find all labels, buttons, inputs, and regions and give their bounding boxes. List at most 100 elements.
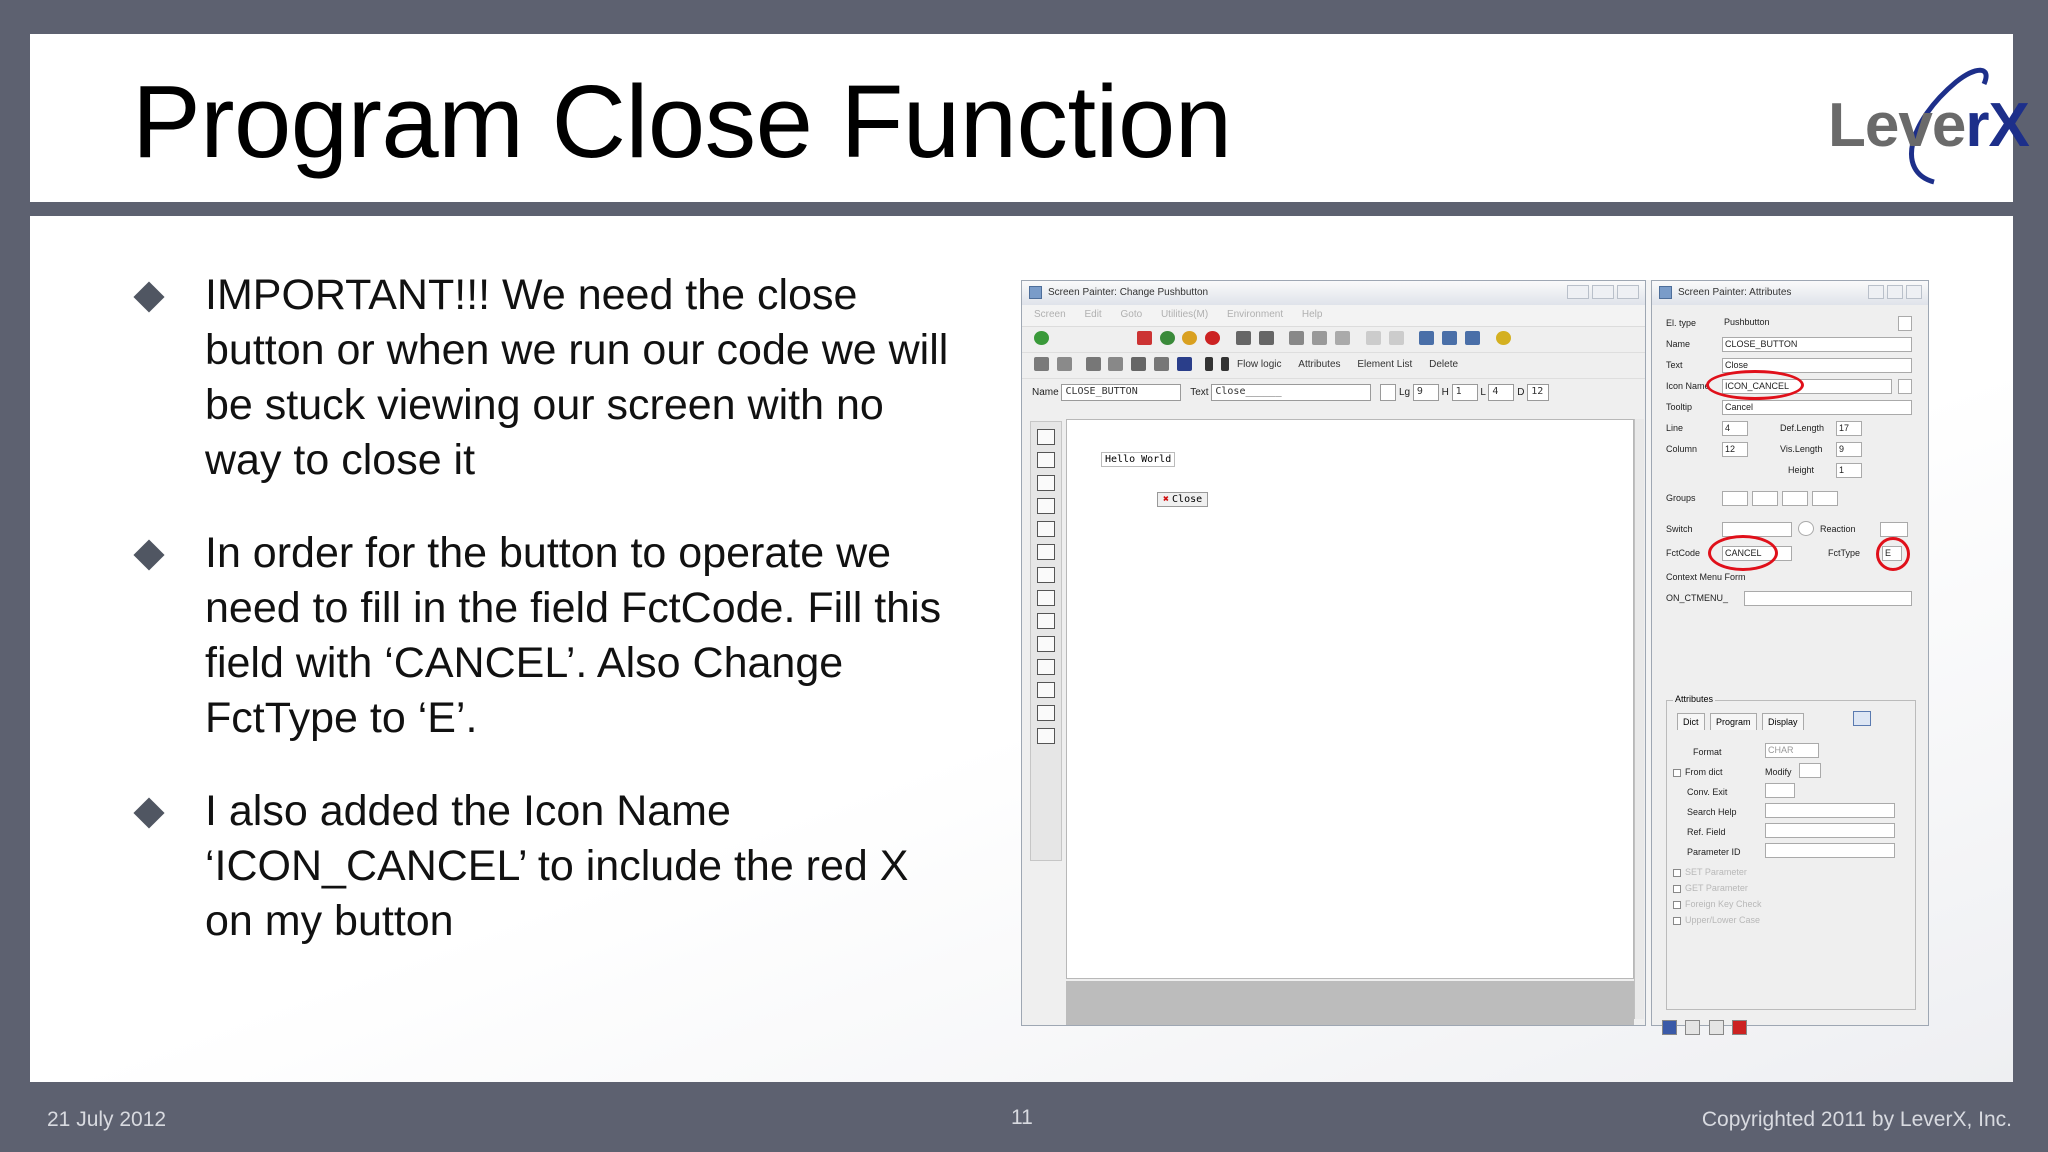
window-controls[interactable] <box>1564 285 1639 302</box>
exit-icon[interactable] <box>1182 331 1198 345</box>
find-icon[interactable] <box>1258 331 1274 345</box>
fcttype-label: FctType <box>1828 548 1861 558</box>
context-menu-field[interactable] <box>1744 591 1912 606</box>
where-used-icon[interactable] <box>1085 357 1101 371</box>
icon-picker-icon[interactable] <box>1898 379 1912 394</box>
parameter-id-field[interactable] <box>1765 843 1895 858</box>
up-icon[interactable] <box>1108 357 1124 371</box>
help-icon[interactable] <box>1495 331 1511 345</box>
menu-item[interactable]: Utilities(M) <box>1161 309 1208 320</box>
save-icon[interactable] <box>1136 331 1152 345</box>
tree-icon[interactable] <box>1153 357 1169 371</box>
monitor-icon[interactable] <box>1464 331 1480 345</box>
cancel-icon[interactable] <box>1205 331 1221 345</box>
height-field[interactable]: 1 <box>1836 463 1862 478</box>
undo-icon[interactable] <box>1365 331 1381 345</box>
modify-dropdown[interactable] <box>1799 763 1821 778</box>
window-controls[interactable] <box>1865 285 1922 302</box>
radio-tool-icon[interactable] <box>1037 521 1055 537</box>
column-row: Column 12 Vis.Length 9 <box>1652 439 1930 460</box>
input-field-tool-icon[interactable] <box>1037 475 1055 491</box>
menu-item[interactable]: Goto <box>1120 309 1142 320</box>
vislength-field[interactable]: 9 <box>1836 442 1862 457</box>
text-tool-icon[interactable] <box>1037 452 1055 468</box>
text-field[interactable]: Close______ <box>1211 384 1372 401</box>
attributes-button[interactable]: Attributes <box>1298 359 1340 370</box>
checkbox-tool-icon[interactable] <box>1037 498 1055 514</box>
tooltip-field[interactable]: Cancel <box>1722 400 1912 415</box>
prev-icon[interactable] <box>1685 1020 1701 1036</box>
other-icon[interactable] <box>1056 357 1072 371</box>
hierarchy-icon[interactable] <box>1131 357 1147 371</box>
switch-config-icon[interactable] <box>1798 521 1814 536</box>
misc-tool-icon[interactable] <box>1037 728 1055 744</box>
layout-canvas[interactable]: Hello World ✖ Close <box>1066 419 1634 979</box>
vertical-scrollbar[interactable] <box>1634 419 1644 1019</box>
dict-icon[interactable] <box>1898 316 1912 331</box>
sap-screenshot: Screen Painter: Change Pushbutton Screen… <box>1021 280 1930 1036</box>
conv-exit-field[interactable] <box>1765 783 1795 798</box>
deflength-field[interactable]: 17 <box>1836 421 1862 436</box>
get-parameter-checkbox[interactable]: GET Parameter <box>1673 883 1748 893</box>
lg-field[interactable]: 9 <box>1412 384 1439 401</box>
layout-icon[interactable] <box>1419 331 1435 345</box>
tabstrip-tool-icon[interactable] <box>1037 613 1055 629</box>
status-icon-tool-icon[interactable] <box>1037 682 1055 698</box>
pencil-icon[interactable] <box>1034 357 1049 371</box>
copy-icon[interactable] <box>1312 331 1328 345</box>
tab-display[interactable]: Display <box>1762 713 1804 730</box>
paste-icon[interactable] <box>1335 331 1351 345</box>
column-field[interactable]: 12 <box>1722 442 1748 457</box>
pushbutton-tool-icon[interactable] <box>1037 544 1055 560</box>
d-field[interactable]: 12 <box>1527 384 1550 401</box>
search-help-field[interactable] <box>1765 803 1895 818</box>
l-field[interactable]: 4 <box>1488 384 1515 401</box>
prev-icon[interactable] <box>1205 357 1214 371</box>
frame-tool-icon[interactable] <box>1037 567 1055 583</box>
check-icon[interactable] <box>1034 331 1049 345</box>
element-list-button[interactable]: Element List <box>1357 359 1412 370</box>
menu-item[interactable]: Edit <box>1084 309 1101 320</box>
upper-lower-case-checkbox[interactable]: Upper/Lower Case <box>1673 915 1760 925</box>
back-icon[interactable] <box>1159 331 1175 345</box>
redo-icon[interactable] <box>1388 331 1404 345</box>
group-field[interactable] <box>1782 491 1808 506</box>
menu-item[interactable]: Screen <box>1034 309 1066 320</box>
subscreen-tool-icon[interactable] <box>1037 590 1055 606</box>
group-field[interactable] <box>1812 491 1838 506</box>
flow-logic-button[interactable]: Flow logic <box>1237 359 1281 370</box>
close-pushbutton[interactable]: ✖ Close <box>1157 492 1209 507</box>
name-field[interactable]: CLOSE_BUTTON <box>1722 337 1912 352</box>
cut-icon[interactable] <box>1289 331 1305 345</box>
settings-icon[interactable] <box>1662 1020 1677 1036</box>
tab-dict[interactable]: Dict <box>1677 713 1705 730</box>
line-field[interactable]: 4 <box>1722 421 1748 436</box>
window-icon[interactable] <box>1442 331 1458 345</box>
delete-button[interactable]: Delete <box>1429 359 1458 370</box>
pointer-tool-icon[interactable] <box>1037 429 1055 445</box>
next-icon[interactable] <box>1708 1020 1724 1036</box>
custom-control-tool-icon[interactable] <box>1037 659 1055 675</box>
wizard-tool-icon[interactable] <box>1037 705 1055 721</box>
reaction-dropdown[interactable] <box>1880 522 1908 537</box>
next-icon[interactable] <box>1221 357 1230 371</box>
print-icon[interactable] <box>1235 331 1251 345</box>
dict-icon[interactable] <box>1380 384 1397 401</box>
help-icon[interactable] <box>1732 1020 1748 1036</box>
group-field[interactable] <box>1722 491 1748 506</box>
table-tool-icon[interactable] <box>1037 636 1055 652</box>
hello-world-text[interactable]: Hello World <box>1101 452 1176 467</box>
from-dict-checkbox[interactable]: From dict <box>1673 767 1723 777</box>
set-parameter-checkbox[interactable]: SET Parameter <box>1673 867 1747 877</box>
tab-program[interactable]: Program <box>1710 713 1757 730</box>
h-field[interactable]: 1 <box>1451 384 1478 401</box>
group-field[interactable] <box>1752 491 1778 506</box>
menu-item[interactable]: Help <box>1302 309 1323 320</box>
menu-item[interactable]: Environment <box>1227 309 1283 320</box>
info-icon[interactable] <box>1176 357 1192 371</box>
arrow-right-icon[interactable] <box>1853 711 1871 726</box>
name-field[interactable]: CLOSE_BUTTON <box>1061 384 1182 401</box>
ref-field-field[interactable] <box>1765 823 1895 838</box>
format-dropdown[interactable]: CHAR <box>1765 743 1819 758</box>
foreign-key-checkbox[interactable]: Foreign Key Check <box>1673 899 1762 909</box>
